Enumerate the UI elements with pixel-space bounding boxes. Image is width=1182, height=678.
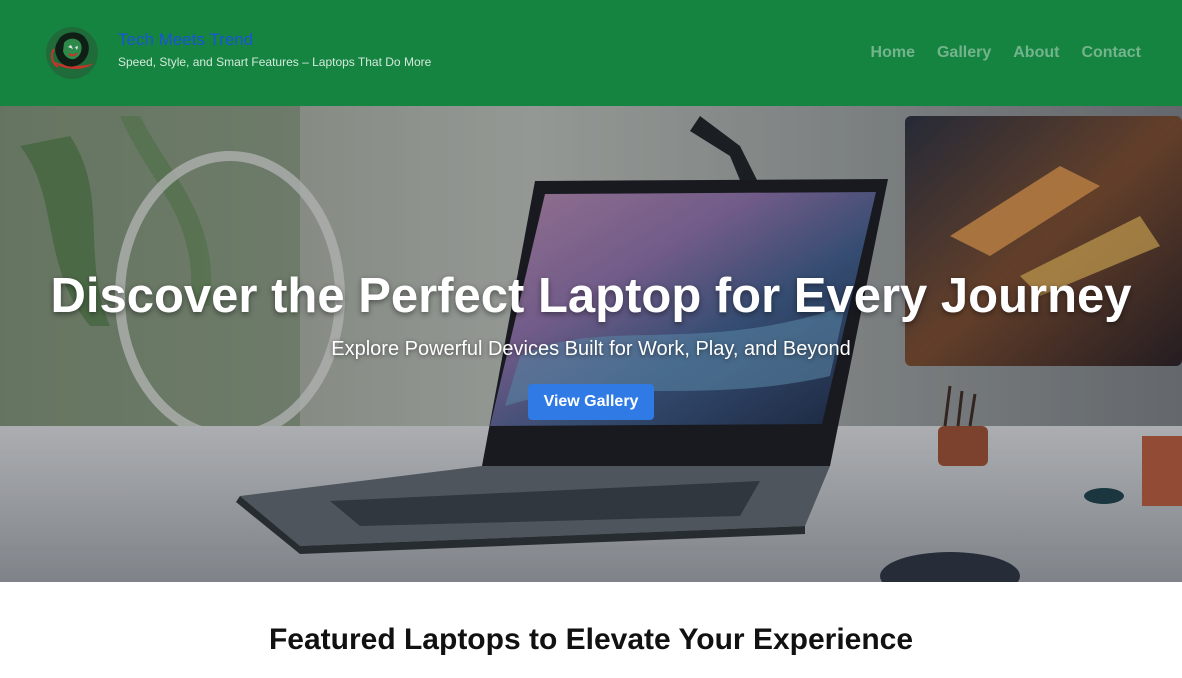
main-nav: Home Gallery About Contact <box>871 44 1141 62</box>
nav-contact[interactable]: Contact <box>1081 44 1141 62</box>
nav-gallery[interactable]: Gallery <box>937 44 991 62</box>
site-title[interactable]: Tech Meets Trend <box>118 29 431 51</box>
featured-heading: Featured Laptops to Elevate Your Experie… <box>268 623 914 656</box>
hero-title: Discover the Perfect Laptop for Every Jo… <box>50 269 1132 323</box>
brand[interactable]: Tech Meets Trend Speed, Style, and Smart… <box>44 25 431 81</box>
view-gallery-button[interactable]: View Gallery <box>527 384 655 420</box>
featured-section: Featured Laptops to Elevate Your Experie… <box>0 582 1182 678</box>
nav-about[interactable]: About <box>1013 44 1059 62</box>
site-tagline: Speed, Style, and Smart Features – Lapto… <box>118 55 432 69</box>
site-header: Tech Meets Trend Speed, Style, and Smart… <box>0 0 1182 106</box>
brand-text: Tech Meets Trend Speed, Style, and Smart… <box>118 29 431 71</box>
hero-content: Discover the Perfect Laptop for Every Jo… <box>0 106 1182 582</box>
hero-subtitle: Explore Powerful Devices Built for Work,… <box>331 338 851 360</box>
lion-emblem-icon[interactable] <box>44 25 100 81</box>
hero-section: Discover the Perfect Laptop for Every Jo… <box>0 106 1182 582</box>
nav-home[interactable]: Home <box>871 44 915 62</box>
